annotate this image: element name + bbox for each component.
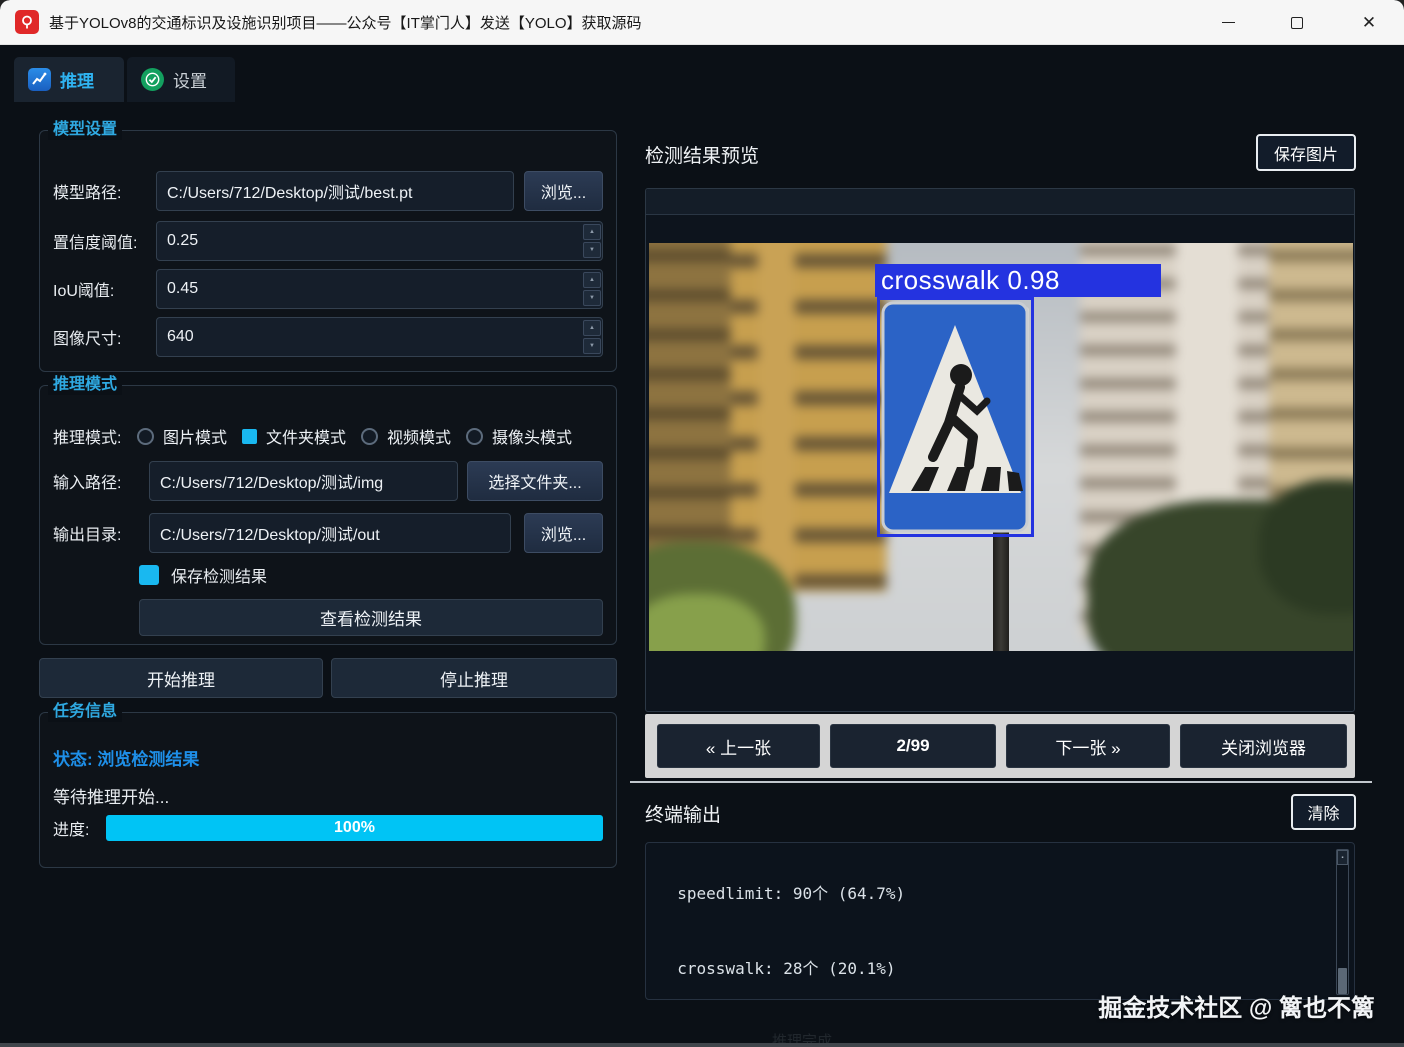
prev-image-button[interactable]: « 上一张 <box>657 724 820 768</box>
model-browse-button[interactable]: 浏览... <box>524 171 603 211</box>
radio-image-mode[interactable]: 图片模式 <box>137 424 227 448</box>
choose-folder-button[interactable]: 选择文件夹... <box>467 461 603 501</box>
close-browser-button[interactable]: 关闭浏览器 <box>1180 724 1347 768</box>
model-path-input[interactable]: C:/Users/712/Desktop/测试/best.pt <box>156 171 514 211</box>
image-size-spin-down[interactable]: ▼ <box>583 338 601 354</box>
iou-spin-up[interactable]: ▲ <box>583 272 601 288</box>
output-browse-button[interactable]: 浏览... <box>524 513 603 553</box>
browser-nav-strip: « 上一张 2/99 下一张 » 关闭浏览器 <box>645 714 1355 778</box>
radio-circle-icon <box>137 427 154 445</box>
group-inference-mode: 推理模式 推理模式: 图片模式 文件夹模式 视频模式 摄像头模式 输入路径: C… <box>39 375 617 645</box>
tab-settings-label: 设置 <box>173 72 207 91</box>
iou-spin-down[interactable]: ▼ <box>583 290 601 306</box>
radio-circle-icon <box>466 427 484 445</box>
confidence-spin-down[interactable]: ▼ <box>583 242 601 258</box>
confidence-label: 置信度阈值: <box>53 235 138 252</box>
group-model-settings: 模型设置 模型路径: C:/Users/712/Desktop/测试/best.… <box>39 120 617 372</box>
window-title: 基于YOLOv8的交通标识及设施识别项目——公众号【IT掌门人】发送【YOLO】… <box>49 14 642 32</box>
radio-camera-mode-label: 摄像头模式 <box>492 430 573 447</box>
radio-folder-mode-label: 文件夹模式 <box>266 430 347 447</box>
iou-value: 0.45 <box>167 280 199 297</box>
image-size-label: 图像尺寸: <box>53 331 122 348</box>
radio-video-mode[interactable]: 视频模式 <box>361 424 451 448</box>
group-task-info: 任务信息 状态: 浏览检测结果 等待推理开始... 进度: 100% <box>39 702 617 868</box>
group-inference-mode-title: 推理模式 <box>48 375 123 395</box>
chart-line-icon <box>28 68 51 91</box>
close-icon: ✕ <box>1361 12 1377 32</box>
radio-camera-mode[interactable]: 摄像头模式 <box>466 424 572 448</box>
next-image-button[interactable]: 下一张 » <box>1006 724 1170 768</box>
view-results-button[interactable]: 查看检测结果 <box>139 599 603 636</box>
radio-circle-icon <box>361 427 379 445</box>
input-path-input[interactable]: C:/Users/712/Desktop/测试/img <box>149 461 458 501</box>
status-text: 状态: 浏览检测结果 <box>53 750 200 769</box>
tab-inference[interactable]: 推理 <box>14 57 124 102</box>
stop-inference-button[interactable]: 停止推理 <box>331 658 617 698</box>
output-dir-label: 输出目录: <box>53 527 122 544</box>
radio-video-mode-label: 视频模式 <box>387 430 452 447</box>
terminal-output[interactable]: speedlimit: 90个 (64.7%) crosswalk: 28个 (… <box>645 842 1355 1000</box>
terminal-line: speedlimit: 90个 (64.7%) <box>658 884 906 903</box>
terminal-lines: speedlimit: 90个 (64.7%) crosswalk: 28个 (… <box>658 843 1328 999</box>
tab-settings[interactable]: 设置 <box>127 57 235 102</box>
progress-bar: 100% <box>106 815 603 841</box>
progress-label: 进度: <box>53 822 90 839</box>
confidence-value: 0.25 <box>167 232 199 249</box>
watermark-text: 掘金技术社区 @ 篱也不篱 <box>1098 995 1375 1022</box>
save-results-checkbox[interactable] <box>139 565 159 585</box>
detection-label: crosswalk 0.98 <box>875 264 1161 297</box>
clear-terminal-button[interactable]: 清除 <box>1291 794 1356 830</box>
app-logo-icon <box>15 10 39 34</box>
save-image-button[interactable]: 保存图片 <box>1256 134 1356 171</box>
detection-bounding-box <box>877 297 1034 537</box>
image-size-spin-up[interactable]: ▲ <box>583 320 601 336</box>
app-window: 基于YOLOv8的交通标识及设施识别项目——公众号【IT掌门人】发送【YOLO】… <box>0 0 1404 1047</box>
group-task-info-title: 任务信息 <box>48 702 123 722</box>
progress-value: 100% <box>334 819 375 836</box>
preview-title: 检测结果预览 <box>645 146 760 167</box>
check-circle-icon <box>141 68 164 91</box>
model-path-label: 模型路径: <box>53 185 122 202</box>
iou-label: IoU阈值: <box>53 283 115 300</box>
group-model-settings-title: 模型设置 <box>48 120 123 140</box>
terminal-line: crosswalk: 28个 (20.1%) <box>658 959 896 978</box>
confidence-spinbox[interactable]: 0.25 ▲ ▼ <box>156 221 603 261</box>
maximize-icon <box>1291 16 1303 29</box>
output-dir-input[interactable]: C:/Users/712/Desktop/测试/out <box>149 513 511 553</box>
terminal-title: 终端输出 <box>645 805 722 826</box>
tab-inference-label: 推理 <box>60 72 94 91</box>
section-divider <box>630 781 1372 783</box>
waiting-text: 等待推理开始... <box>53 788 170 807</box>
terminal-scrollbar[interactable]: ▪ <box>1336 849 1349 995</box>
scroll-up-arrow-icon[interactable]: ▪ <box>1337 850 1348 865</box>
image-size-spinbox[interactable]: 640 ▲ ▼ <box>156 317 603 357</box>
close-button[interactable]: ✕ <box>1346 0 1392 45</box>
title-bar: 基于YOLOv8的交通标识及设施识别项目——公众号【IT掌门人】发送【YOLO】… <box>0 0 1404 45</box>
radio-folder-mode[interactable]: 文件夹模式 <box>242 424 346 448</box>
viewer-header-strip <box>646 189 1354 215</box>
minimize-icon <box>1221 22 1235 23</box>
image-viewer: crosswalk 0.98 <box>645 188 1355 712</box>
image-counter: 2/99 <box>830 724 996 768</box>
iou-spinbox[interactable]: 0.45 ▲ ▼ <box>156 269 603 309</box>
detection-photo: crosswalk 0.98 <box>649 243 1353 651</box>
start-inference-button[interactable]: 开始推理 <box>39 658 323 698</box>
window-bottom-edge <box>0 1043 1404 1047</box>
mode-row-label: 推理模式: <box>53 430 122 447</box>
minimize-button[interactable] <box>1205 0 1251 45</box>
confidence-spin-up[interactable]: ▲ <box>583 224 601 240</box>
save-results-label[interactable]: 保存检测结果 <box>171 555 267 595</box>
image-size-value: 640 <box>167 328 194 345</box>
input-path-label: 输入路径: <box>53 475 122 492</box>
sign-pole <box>993 531 1009 651</box>
radio-image-mode-label: 图片模式 <box>163 430 228 447</box>
maximize-button[interactable] <box>1274 0 1320 45</box>
radio-checked-icon <box>242 428 258 444</box>
